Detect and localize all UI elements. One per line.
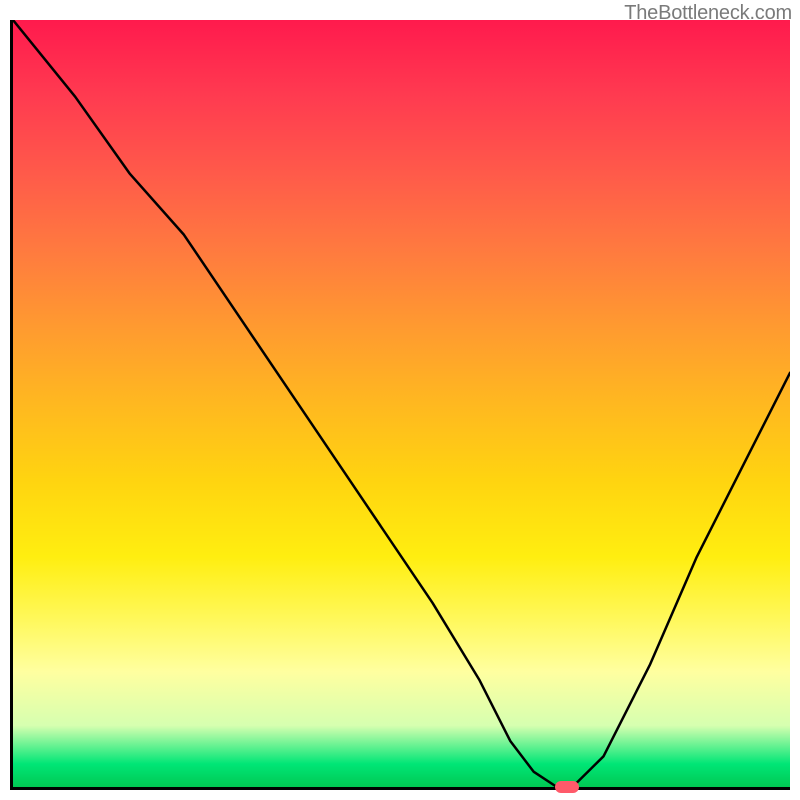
chart-container: TheBottleneck.com bbox=[0, 0, 800, 800]
bottleneck-curve bbox=[13, 20, 790, 787]
plot-area bbox=[10, 20, 790, 790]
optimal-marker bbox=[555, 781, 579, 793]
